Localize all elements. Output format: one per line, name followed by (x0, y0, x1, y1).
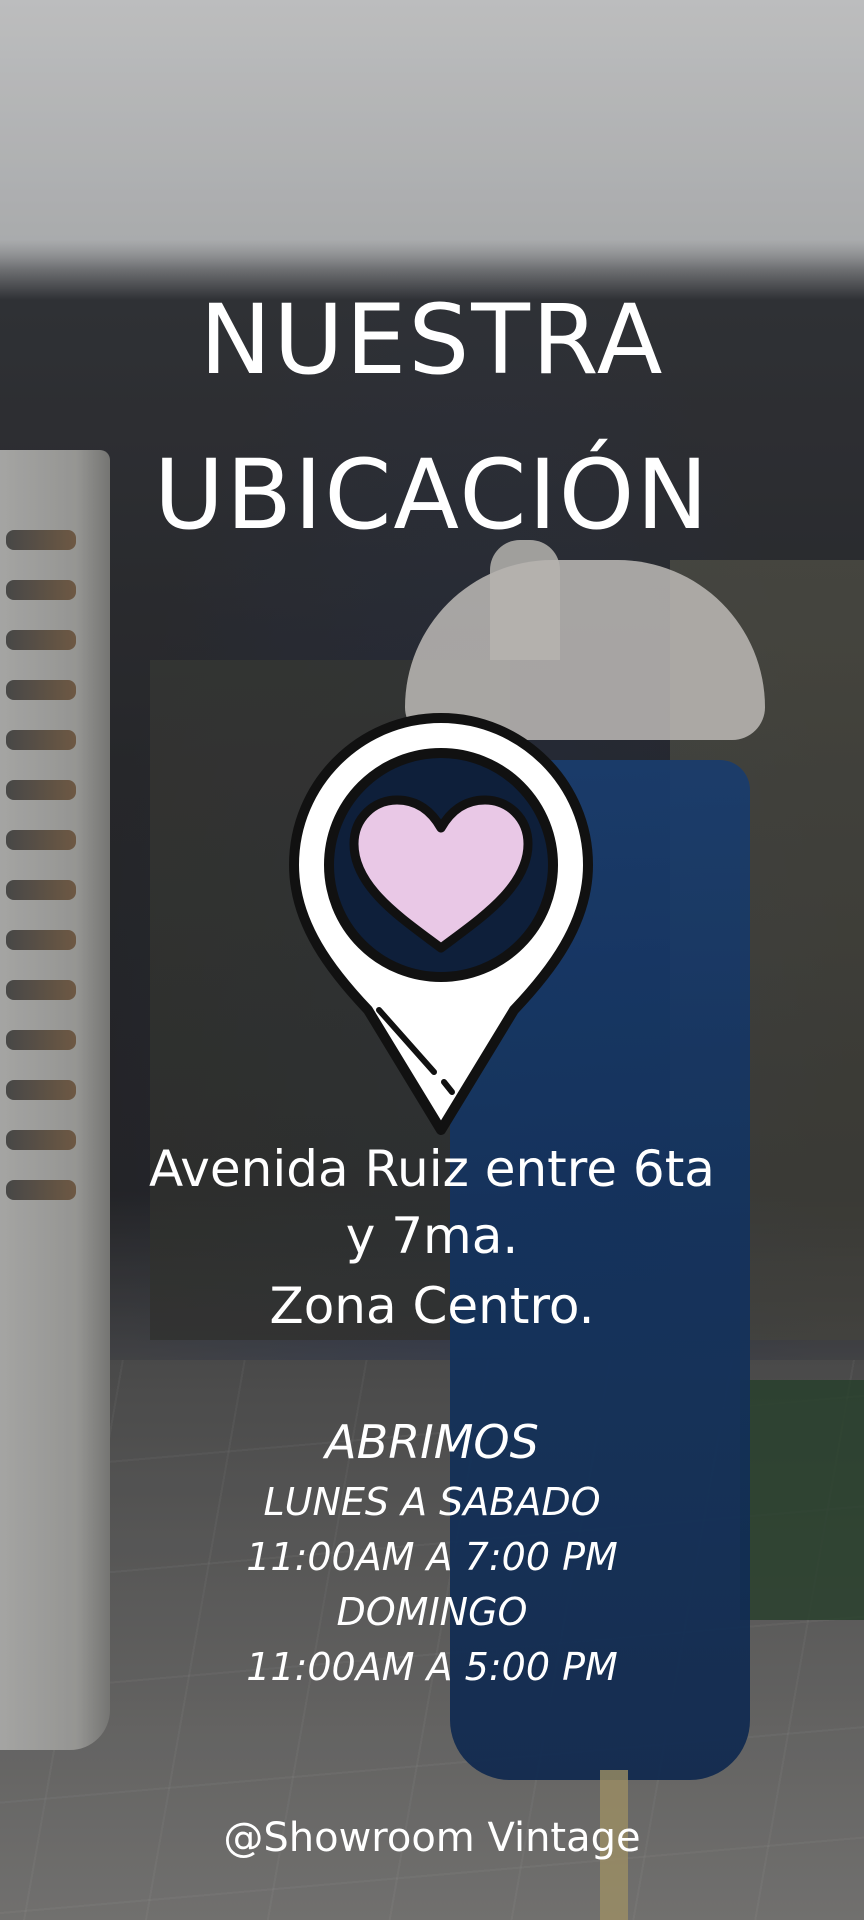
location-pin-heart-icon (289, 713, 593, 1135)
sunday-hours: 11:00AM A 5:00 PM (246, 1645, 618, 1689)
address-line-1: Avenida Ruiz entre 6ta (149, 1140, 715, 1198)
address-line-2: y 7ma. (345, 1207, 519, 1265)
location-poster: NUESTRA UBICACIÓN Avenida Ruiz entre 6ta… (0, 0, 864, 1920)
weekdays-hours: 11:00AM A 7:00 PM (246, 1535, 618, 1579)
headline-line-2: UBICACIÓN (153, 439, 711, 551)
address-line-3: Zona Centro. (269, 1277, 595, 1335)
hours-heading: ABRIMOS (325, 1415, 539, 1469)
weekdays-label: LUNES A SABADO (263, 1480, 601, 1524)
headline-line-1: NUESTRA (199, 284, 665, 396)
sunday-label: DOMINGO (336, 1590, 528, 1634)
social-handle: @Showroom Vintage (223, 1815, 641, 1861)
